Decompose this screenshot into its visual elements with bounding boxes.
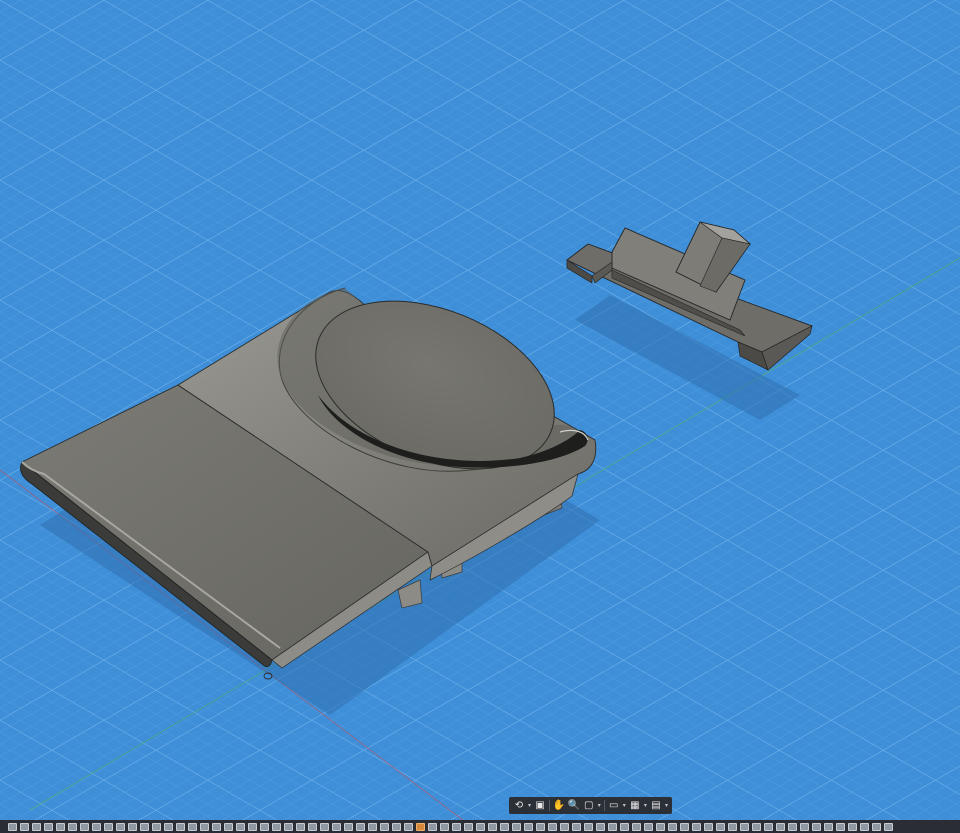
timeline-feature-icon[interactable] (536, 822, 545, 831)
feature-timeline (0, 820, 960, 833)
timeline-feature-icon[interactable] (860, 822, 869, 831)
timeline-feature-icon[interactable] (464, 822, 473, 831)
timeline-feature-icon[interactable] (428, 822, 437, 831)
timeline-feature-icon[interactable] (416, 822, 425, 831)
timeline-feature-icon[interactable] (8, 822, 17, 831)
chevron-down-icon[interactable]: ▾ (622, 799, 627, 813)
timeline-feature-icon[interactable] (104, 822, 113, 831)
timeline-feature-icon[interactable] (236, 822, 245, 831)
look-at-icon[interactable]: ▣ (533, 799, 547, 813)
display-settings-icon[interactable]: ▭ (607, 799, 621, 813)
timeline-feature-icon[interactable] (572, 822, 581, 831)
timeline-feature-icon[interactable] (140, 822, 149, 831)
toolbar-divider (603, 800, 605, 811)
orbit-icon[interactable]: ⟲ (512, 799, 526, 813)
timeline-feature-icon[interactable] (632, 822, 641, 831)
viewports-icon[interactable]: ▤ (649, 799, 663, 813)
timeline-feature-icon[interactable] (452, 822, 461, 831)
pan-hand-icon[interactable]: ✋ (552, 799, 566, 813)
timeline-feature-icon[interactable] (596, 822, 605, 831)
timeline-feature-icon[interactable] (260, 822, 269, 831)
timeline-feature-icon[interactable] (680, 822, 689, 831)
timeline-feature-icon[interactable] (380, 822, 389, 831)
timeline-feature-icon[interactable] (476, 822, 485, 831)
timeline-feature-icon[interactable] (404, 822, 413, 831)
timeline-feature-icon[interactable] (152, 822, 161, 831)
chevron-down-icon[interactable]: ▾ (664, 799, 669, 813)
timeline-feature-icon[interactable] (728, 822, 737, 831)
timeline-feature-icon[interactable] (224, 822, 233, 831)
timeline-feature-icon[interactable] (368, 822, 377, 831)
timeline-feature-icon[interactable] (608, 822, 617, 831)
canvas-svg (0, 0, 960, 833)
chevron-down-icon[interactable]: ▾ (597, 799, 602, 813)
timeline-feature-icon[interactable] (284, 822, 293, 831)
timeline-feature-icon[interactable] (128, 822, 137, 831)
timeline-feature-icon[interactable] (788, 822, 797, 831)
timeline-feature-icon[interactable] (20, 822, 29, 831)
timeline-feature-icon[interactable] (752, 822, 761, 831)
timeline-feature-icon[interactable] (332, 822, 341, 831)
timeline-feature-icon[interactable] (584, 822, 593, 831)
timeline-feature-icon[interactable] (488, 822, 497, 831)
timeline-feature-icon[interactable] (620, 822, 629, 831)
timeline-feature-icon[interactable] (344, 822, 353, 831)
timeline-feature-icon[interactable] (176, 822, 185, 831)
timeline-feature-icon[interactable] (836, 822, 845, 831)
timeline-feature-icon[interactable] (44, 822, 53, 831)
timeline-feature-icon[interactable] (824, 822, 833, 831)
design-canvas[interactable] (0, 0, 960, 833)
timeline-feature-icon[interactable] (164, 822, 173, 831)
timeline-feature-icon[interactable] (800, 822, 809, 831)
timeline-feature-icon[interactable] (32, 822, 41, 831)
timeline-feature-icon[interactable] (92, 822, 101, 831)
timeline-feature-icon[interactable] (188, 822, 197, 831)
timeline-feature-icon[interactable] (644, 822, 653, 831)
timeline-feature-icon[interactable] (356, 822, 365, 831)
timeline-feature-icon[interactable] (548, 822, 557, 831)
chevron-down-icon[interactable]: ▾ (527, 799, 532, 813)
timeline-feature-icon[interactable] (812, 822, 821, 831)
navigation-toolbar: ⟲ ▾ ▣ ✋ 🔍 ▢ ▾ ▭ ▾ ▦ ▾ ▤ ▾ (509, 797, 672, 814)
timeline-feature-icon[interactable] (716, 822, 725, 831)
timeline-feature-icon[interactable] (560, 822, 569, 831)
timeline-feature-icon[interactable] (320, 822, 329, 831)
timeline-feature-icon[interactable] (692, 822, 701, 831)
fit-window-icon[interactable]: ▢ (582, 799, 596, 813)
timeline-feature-icon[interactable] (704, 822, 713, 831)
timeline-feature-icon[interactable] (500, 822, 509, 831)
toolbar-divider (549, 800, 550, 811)
timeline-feature-icon[interactable] (524, 822, 533, 831)
timeline-feature-icon[interactable] (848, 822, 857, 831)
grid-settings-icon[interactable]: ▦ (628, 799, 642, 813)
timeline-feature-icon[interactable] (884, 822, 893, 831)
timeline-feature-icon[interactable] (272, 822, 281, 831)
timeline-feature-icon[interactable] (56, 822, 65, 831)
timeline-feature-icon[interactable] (248, 822, 257, 831)
timeline-feature-icon[interactable] (440, 822, 449, 831)
timeline-feature-icon[interactable] (668, 822, 677, 831)
timeline-feature-icon[interactable] (308, 822, 317, 831)
chevron-down-icon[interactable]: ▾ (643, 799, 648, 813)
zoom-icon[interactable]: 🔍 (567, 799, 581, 813)
timeline-feature-icon[interactable] (80, 822, 89, 831)
timeline-feature-icon[interactable] (296, 822, 305, 831)
timeline-feature-icon[interactable] (656, 822, 665, 831)
timeline-feature-icon[interactable] (392, 822, 401, 831)
timeline-feature-icon[interactable] (872, 822, 881, 831)
timeline-feature-icon[interactable] (512, 822, 521, 831)
timeline-feature-icon[interactable] (212, 822, 221, 831)
timeline-feature-icon[interactable] (764, 822, 773, 831)
timeline-feature-icon[interactable] (740, 822, 749, 831)
timeline-feature-icon[interactable] (776, 822, 785, 831)
timeline-feature-icon[interactable] (68, 822, 77, 831)
timeline-feature-icon[interactable] (116, 822, 125, 831)
timeline-feature-icon[interactable] (200, 822, 209, 831)
